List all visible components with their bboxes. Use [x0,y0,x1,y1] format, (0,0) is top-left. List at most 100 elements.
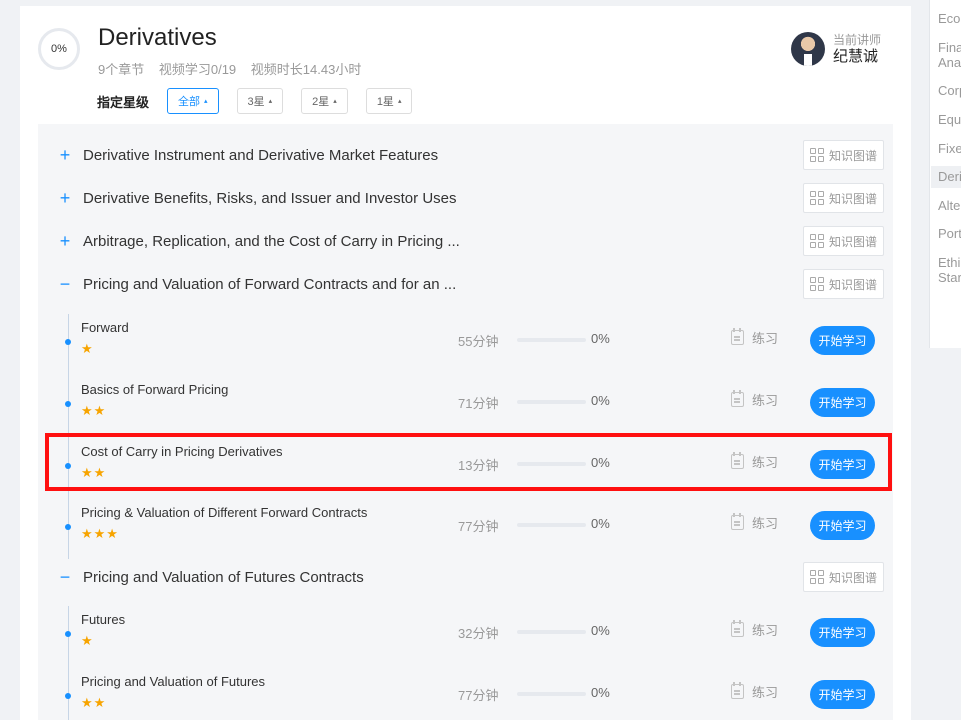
video-progress: 视频学习0/19 [158,62,237,77]
chapter-row[interactable]: − Pricing and Valuation of Forward Contra… [38,266,893,302]
chapter-count: 9个章节 [98,62,145,77]
lesson-duration: 77分钟 [458,519,499,534]
knowledge-graph-label: 知识图谱 [828,191,877,206]
chapter-title: Pricing and Valuation of Forward Contrac… [83,275,457,293]
side-nav-item[interactable]: Port [938,226,961,241]
lesson-title[interactable]: Futures [81,612,125,627]
lesson-title[interactable]: Basics of Forward Pricing [81,382,228,397]
avatar [791,32,825,66]
side-nav-item[interactable]: Fixe [938,141,961,156]
calendar-icon [731,390,744,407]
side-nav-item[interactable]: Deri [931,166,961,188]
lesson-title[interactable]: Cost of Carry in Pricing Derivatives [81,444,283,459]
course-side-nav: Econ FinaAna Corp Equ Fixe Deri Alte Port EthiSt… [929,0,961,348]
course-card: 0% Derivatives 9个章节 视频学习0/19 视频时长14.43小时… [20,6,911,720]
star-rating: ★ [81,633,94,648]
chapter-title: Derivative Instrument and Derivative Mar… [83,146,439,164]
start-learning-button[interactable]: 开始学习 [810,511,875,540]
side-nav-item[interactable]: Alte [938,198,960,213]
side-nav-item[interactable]: Fina [938,40,961,55]
star-filter-option[interactable]: 3星 ▴ [236,88,284,114]
progress-bar [517,630,586,634]
chapter-row[interactable]: + Derivative Benefits, Risks, and Issuer … [38,180,893,216]
triangle-up-icon: ▴ [333,98,337,105]
practice-button[interactable]: 练习 [731,390,778,409]
lesson-duration: 55分钟 [458,334,499,349]
progress-bar [517,692,586,696]
tree-dot [65,339,71,345]
start-learning-button[interactable]: 开始学习 [810,680,875,709]
expand-icon[interactable]: + [58,145,72,165]
progress-percent: 0% [591,685,610,700]
practice-button[interactable]: 练习 [731,328,778,347]
star-filter-option-label: 1星 [376,96,394,108]
star-filter-option[interactable]: 全部 ▴ [167,88,219,114]
practice-label: 练习 [752,516,779,531]
tree-dot [65,463,71,469]
knowledge-graph-label: 知识图谱 [828,277,877,292]
knowledge-graph-label: 知识图谱 [828,570,877,585]
side-nav-item[interactable]: Corp [938,83,961,98]
side-nav-item[interactable]: Ana [938,55,961,70]
practice-label: 练习 [752,623,779,638]
lesson-title[interactable]: Pricing & Valuation of Different Forward… [81,505,367,520]
knowledge-graph-button[interactable]: 知识图谱 [803,562,884,592]
start-learning-button[interactable]: 开始学习 [810,326,875,355]
chapter-row[interactable]: + Arbitrage, Replication, and the Cost of… [38,223,893,259]
progress-bar [517,462,586,466]
lesson-duration: 71分钟 [458,396,499,411]
star-filter-option[interactable]: 2星 ▴ [301,88,348,114]
grid-icon [809,234,824,248]
side-nav-item[interactable]: Equ [938,112,961,127]
calendar-icon [731,682,744,699]
knowledge-graph-button[interactable]: 知识图谱 [803,140,884,170]
progress-bar [517,338,586,342]
tree-dot [65,693,71,699]
knowledge-graph-button[interactable]: 知识图谱 [803,226,884,256]
course-progress-ring: 0% [38,28,80,70]
practice-button[interactable]: 练习 [731,513,778,532]
collapse-icon[interactable]: − [58,567,72,587]
video-duration: 视频时长14.43小时 [250,62,362,77]
knowledge-graph-label: 知识图谱 [828,234,877,249]
lesson-row: Cost of Carry in Pricing Derivatives ★★ 13… [38,438,893,494]
chapter-title: Pricing and Valuation of Futures Contrac… [83,568,364,586]
practice-button[interactable]: 练习 [731,682,778,701]
expand-icon[interactable]: + [58,231,72,251]
grid-icon [809,277,824,291]
chapter-title: Arbitrage, Replication, and the Cost of … [83,232,460,250]
teacher-info[interactable]: 当前讲师 纪慧诚 [791,32,881,66]
lesson-row: Forward ★ 55分钟 0% 练习 开始学习 [38,314,893,370]
start-learning-button[interactable]: 开始学习 [810,388,875,417]
practice-label: 练习 [752,393,779,408]
chapter-row[interactable]: − Pricing and Valuation of Futures Contra… [38,559,893,595]
chapter-row[interactable]: + Derivative Instrument and Derivative Ma… [38,137,893,173]
knowledge-graph-button[interactable]: 知识图谱 [803,269,884,299]
side-nav-item[interactable]: Star [938,270,961,285]
star-filter-option[interactable]: 1星 ▴ [365,88,413,114]
start-learning-button[interactable]: 开始学习 [810,618,875,647]
course-meta: 9个章节 视频学习0/19 视频时长14.43小时 [98,59,372,78]
star-rating: ★ [81,341,94,356]
side-nav-item[interactable]: Ethi [938,255,960,270]
side-nav-item[interactable]: Econ [938,11,961,26]
triangle-up-icon: ▴ [268,98,273,105]
lesson-title[interactable]: Forward [81,320,129,335]
knowledge-graph-button[interactable]: 知识图谱 [803,183,884,213]
expand-icon[interactable]: + [58,188,72,208]
star-rating: ★★ [81,695,107,710]
calendar-icon [731,328,744,345]
practice-button[interactable]: 练习 [731,452,778,471]
calendar-icon [731,620,744,637]
triangle-up-icon: ▴ [204,98,208,105]
lesson-row: Pricing and Valuation of Futures ★★ 77分钟 0%… [38,668,893,720]
star-rating: ★★ [81,465,107,480]
collapse-icon[interactable]: − [58,274,72,294]
star-filter-option-label: 2星 [312,96,330,108]
practice-button[interactable]: 练习 [731,620,778,639]
start-learning-button[interactable]: 开始学习 [810,450,875,479]
chapter-title: Derivative Benefits, Risks, and Issuer a… [83,189,457,207]
star-rating: ★★★ [81,526,119,541]
course-title: Derivatives [98,24,217,51]
lesson-title[interactable]: Pricing and Valuation of Futures [81,674,265,689]
